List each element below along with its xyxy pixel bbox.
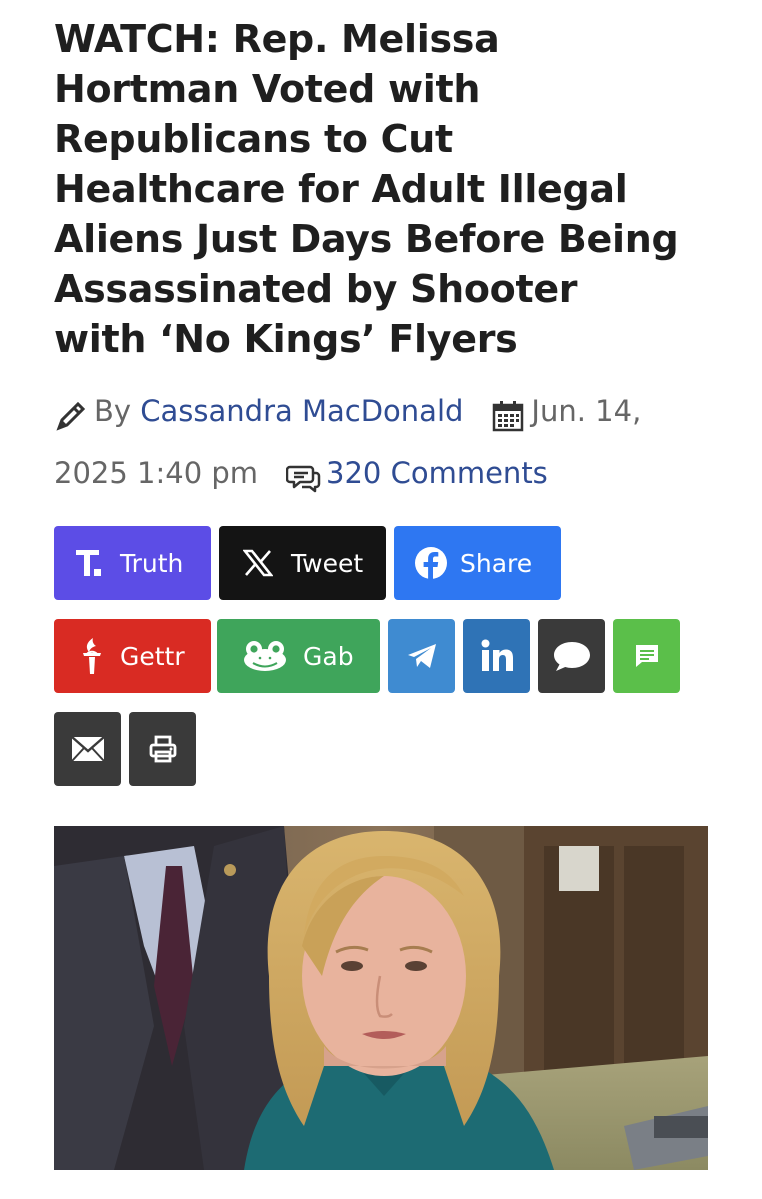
- sms-share-button[interactable]: [538, 619, 605, 693]
- gab-label: Gab: [303, 641, 354, 671]
- headline-line: Assassinated by Shooter: [54, 267, 578, 311]
- date-part-2: 2025 1:40 pm: [54, 456, 259, 490]
- meta-line-1: By Cassandra MacDonald Jun. 14,: [54, 380, 734, 442]
- date-part-1: Jun. 14,: [531, 394, 642, 428]
- article-headline: WATCH: Rep. Melissa Hortman Voted with R…: [54, 14, 734, 364]
- email-share-button[interactable]: [54, 712, 121, 786]
- headline-line: Healthcare for Adult Illegal: [54, 167, 628, 211]
- linkedin-share-button[interactable]: [463, 619, 530, 693]
- telegram-share-button[interactable]: [388, 619, 455, 693]
- speech-bubble-icon: [552, 639, 592, 673]
- tweet-label: Tweet: [291, 548, 364, 578]
- headline-line: Republicans to Cut: [54, 117, 453, 161]
- headline-line: Aliens Just Days Before Being: [54, 217, 679, 261]
- tweet-button[interactable]: Tweet: [219, 526, 386, 600]
- headline-line: with ‘No Kings’ Flyers: [54, 317, 518, 361]
- telegram-icon: [406, 642, 438, 670]
- byline-prefix: By: [94, 394, 132, 428]
- author-link[interactable]: Cassandra MacDonald: [140, 394, 463, 428]
- gettr-icon: [64, 636, 120, 676]
- envelope-icon: [70, 736, 105, 762]
- headline-line: Hortman Voted with: [54, 67, 481, 111]
- gab-frog-icon: [235, 640, 295, 672]
- message-share-button[interactable]: [613, 619, 680, 693]
- x-logo-icon: [233, 549, 283, 577]
- truth-share-button[interactable]: Truth: [54, 526, 211, 600]
- gab-share-button[interactable]: Gab: [217, 619, 380, 693]
- calendar-icon: [491, 392, 525, 432]
- linkedin-icon: [480, 639, 514, 673]
- print-button[interactable]: [129, 712, 196, 786]
- gettr-label: Gettr: [120, 641, 185, 671]
- truth-social-icon: [64, 547, 120, 579]
- pencil-icon: [54, 392, 88, 431]
- facebook-share-button[interactable]: Share: [394, 526, 561, 600]
- message-icon: [634, 643, 660, 669]
- comments-link[interactable]: 320 Comments: [326, 456, 548, 490]
- article-photo: [54, 826, 708, 1170]
- share-label: Share: [460, 548, 533, 578]
- article-meta: By Cassandra MacDonald Jun. 14, 2025 1:4…: [54, 380, 734, 504]
- comments-icon: [285, 454, 321, 493]
- truth-label: Truth: [120, 548, 184, 578]
- printer-icon: [148, 734, 178, 764]
- facebook-icon: [406, 546, 456, 580]
- headline-line: WATCH: Rep. Melissa: [54, 17, 500, 61]
- meta-line-2: 2025 1:40 pm 320 Comments: [54, 442, 734, 504]
- gettr-share-button[interactable]: Gettr: [54, 619, 211, 693]
